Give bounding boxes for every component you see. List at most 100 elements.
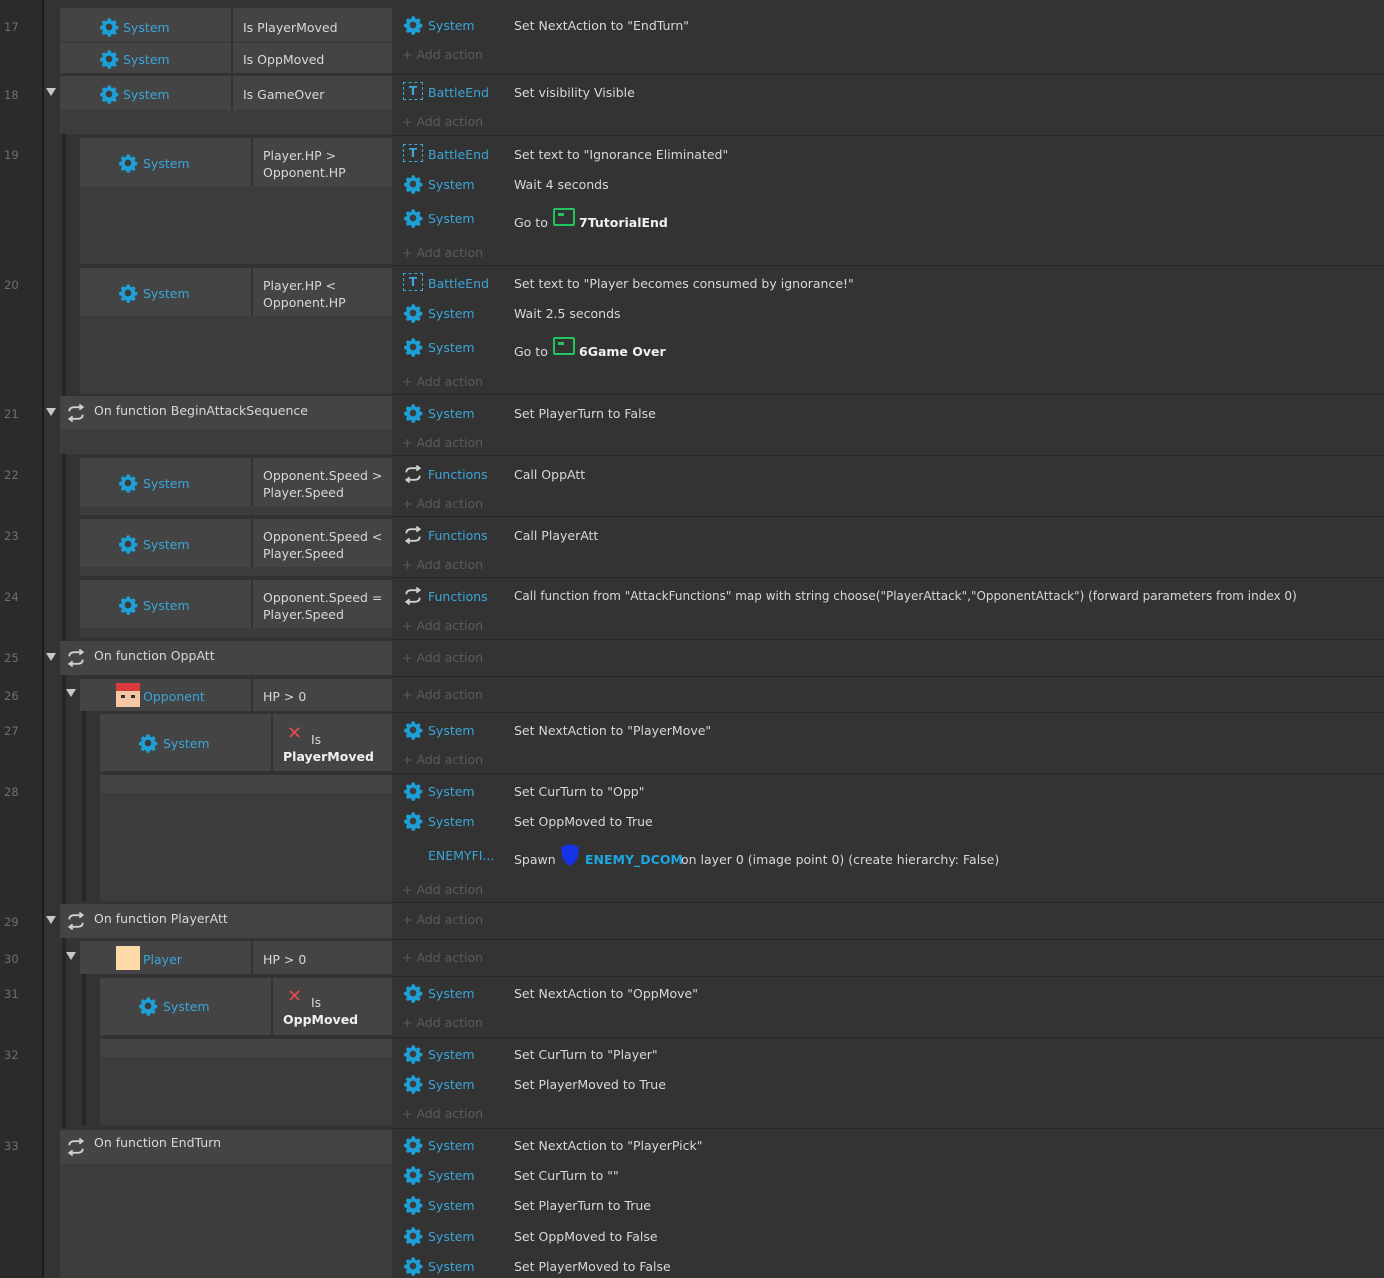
collapse-triangle-icon[interactable] <box>46 408 56 416</box>
add-action-link[interactable]: + Add action <box>402 557 483 572</box>
add-action-link[interactable]: + Add action <box>402 912 483 927</box>
action-object[interactable]: BattleEnd <box>428 276 489 291</box>
action-text[interactable]: Set CurTurn to "Player" <box>514 1047 658 1062</box>
condition-text[interactable]: Opponent.HP <box>263 295 346 310</box>
condition-text[interactable]: Is PlayerMoved <box>243 20 338 35</box>
else-row[interactable] <box>100 775 392 793</box>
action-object[interactable]: System <box>428 406 475 421</box>
action-object[interactable]: System <box>428 18 475 33</box>
action-text[interactable]: Go to <box>514 215 548 230</box>
add-action-link[interactable]: + Add action <box>402 752 483 767</box>
action-text[interactable]: Set PlayerMoved to False <box>514 1259 671 1274</box>
condition-text[interactable]: OppMoved <box>283 1012 358 1027</box>
action-text[interactable]: Set text to "Ignorance Eliminated" <box>514 147 728 162</box>
action-text[interactable]: Set CurTurn to "Opp" <box>514 784 645 799</box>
add-action-link[interactable]: + Add action <box>402 1106 483 1121</box>
condition-text[interactable]: Player.HP > <box>263 148 336 163</box>
action-text[interactable]: Set text to "Player becomes consumed by … <box>514 276 854 291</box>
action-text[interactable]: Set NextAction to "EndTurn" <box>514 18 689 33</box>
condition-text[interactable]: Is <box>311 732 321 747</box>
condition-object[interactable]: System <box>143 476 190 491</box>
add-action-link[interactable]: + Add action <box>402 618 483 633</box>
condition-object[interactable]: System <box>123 87 170 102</box>
action-object[interactable]: System <box>428 1047 475 1062</box>
action-text[interactable]: on layer 0 (image point 0) (create hiera… <box>681 852 999 867</box>
function-name[interactable]: On function OppAtt <box>94 648 215 663</box>
action-text[interactable]: Set visibility Visible <box>514 85 635 100</box>
condition-object[interactable]: System <box>143 286 190 301</box>
add-action-link[interactable]: + Add action <box>402 435 483 450</box>
action-object[interactable]: System <box>428 211 475 226</box>
condition-object[interactable]: System <box>123 20 170 35</box>
action-object[interactable]: ENEMYFI... <box>428 848 494 863</box>
action-object[interactable]: System <box>428 723 475 738</box>
action-text[interactable]: Set PlayerTurn to False <box>514 406 656 421</box>
action-text[interactable]: Set OppMoved to True <box>514 814 653 829</box>
condition-text[interactable]: Player.Speed <box>263 546 344 561</box>
action-object[interactable]: System <box>428 1259 475 1274</box>
condition-object[interactable]: System <box>163 736 210 751</box>
collapse-triangle-icon[interactable] <box>46 653 56 661</box>
action-object[interactable]: BattleEnd <box>428 147 489 162</box>
else-row[interactable] <box>100 1039 392 1057</box>
action-text[interactable]: Call function from "AttackFunctions" map… <box>514 589 1297 603</box>
function-name[interactable]: On function PlayerAtt <box>94 911 228 926</box>
layout-name[interactable]: 7TutorialEnd <box>579 215 668 230</box>
collapse-triangle-icon[interactable] <box>46 916 56 924</box>
add-action-link[interactable]: + Add action <box>402 650 483 665</box>
action-object[interactable]: System <box>428 340 475 355</box>
condition-text[interactable]: Player.Speed <box>263 485 344 500</box>
action-text[interactable]: Set OppMoved to False <box>514 1229 658 1244</box>
add-action-link[interactable]: + Add action <box>402 47 483 62</box>
spawn-object-name[interactable]: ENEMY_DCOM <box>585 852 683 867</box>
action-text[interactable]: Call PlayerAtt <box>514 528 598 543</box>
add-action-link[interactable]: + Add action <box>402 882 483 897</box>
collapse-triangle-icon[interactable] <box>66 952 76 960</box>
condition-object[interactable]: Player <box>143 952 182 967</box>
action-object[interactable]: Functions <box>428 467 488 482</box>
condition-object[interactable]: System <box>143 156 190 171</box>
action-text[interactable]: Set PlayerTurn to True <box>514 1198 651 1213</box>
action-text[interactable]: Go to <box>514 344 548 359</box>
add-action-link[interactable]: + Add action <box>402 1015 483 1030</box>
condition-object[interactable]: System <box>123 52 170 67</box>
condition-text[interactable]: Opponent.Speed > <box>263 468 382 483</box>
condition-text[interactable]: Is GameOver <box>243 87 324 102</box>
function-name[interactable]: On function BeginAttackSequence <box>94 403 308 418</box>
action-text[interactable]: Call OppAtt <box>514 467 585 482</box>
action-object[interactable]: System <box>428 784 475 799</box>
condition-text[interactable]: HP > 0 <box>263 689 306 704</box>
condition-text[interactable]: Player.Speed <box>263 607 344 622</box>
action-object[interactable]: System <box>428 1198 475 1213</box>
action-object[interactable]: System <box>428 1168 475 1183</box>
action-object[interactable]: System <box>428 986 475 1001</box>
action-text[interactable]: Set NextAction to "PlayerPick" <box>514 1138 703 1153</box>
action-text[interactable]: Spawn <box>514 852 556 867</box>
action-object[interactable]: System <box>428 1077 475 1092</box>
action-text[interactable]: Set CurTurn to "" <box>514 1168 619 1183</box>
action-object[interactable]: Functions <box>428 528 488 543</box>
condition-text[interactable]: Is OppMoved <box>243 52 324 67</box>
condition-text[interactable]: PlayerMoved <box>283 749 374 764</box>
condition-text[interactable]: Is <box>311 995 321 1010</box>
action-text[interactable]: Set NextAction to "PlayerMove" <box>514 723 711 738</box>
add-action-link[interactable]: + Add action <box>402 950 483 965</box>
event-block[interactable] <box>100 775 392 901</box>
add-action-link[interactable]: + Add action <box>402 374 483 389</box>
action-text[interactable]: Set NextAction to "OppMove" <box>514 986 698 1001</box>
action-object[interactable]: BattleEnd <box>428 85 489 100</box>
add-action-link[interactable]: + Add action <box>402 496 483 511</box>
collapse-triangle-icon[interactable] <box>46 88 56 96</box>
condition-object[interactable]: System <box>143 598 190 613</box>
action-object[interactable]: System <box>428 814 475 829</box>
condition-text[interactable]: HP > 0 <box>263 952 306 967</box>
function-name[interactable]: On function EndTurn <box>94 1135 221 1150</box>
action-text[interactable]: Wait 2.5 seconds <box>514 306 621 321</box>
action-text[interactable]: Set PlayerMoved to True <box>514 1077 666 1092</box>
condition-text[interactable]: Opponent.HP <box>263 165 346 180</box>
action-object[interactable]: System <box>428 1138 475 1153</box>
condition-text[interactable]: Opponent.Speed < <box>263 529 382 544</box>
action-object[interactable]: Functions <box>428 589 488 604</box>
condition-object[interactable]: Opponent <box>143 689 205 704</box>
action-object[interactable]: System <box>428 306 475 321</box>
